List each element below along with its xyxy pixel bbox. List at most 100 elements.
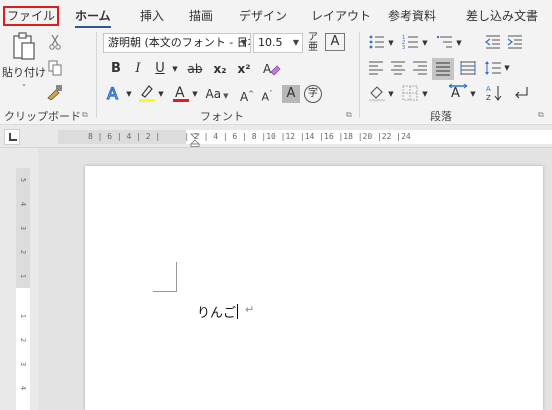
paste-button[interactable]: 貼り付け ⌄ bbox=[2, 30, 46, 90]
justify-icon bbox=[436, 62, 450, 76]
borders-icon[interactable] bbox=[402, 85, 418, 101]
copy-icon[interactable] bbox=[48, 60, 62, 76]
chevron-down-icon[interactable]: ▼ bbox=[420, 33, 430, 53]
document-canvas: りんご ↵ bbox=[38, 148, 552, 410]
group-divider bbox=[359, 32, 360, 118]
increase-indent-icon[interactable] bbox=[506, 34, 524, 50]
chevron-down-icon[interactable]: ▼ bbox=[502, 58, 512, 78]
font-name-select[interactable]: 游明朝 (本文のフォント - 日本 ▼ bbox=[103, 33, 251, 53]
multilevel-list-icon[interactable] bbox=[436, 34, 454, 50]
svg-text:A: A bbox=[486, 85, 491, 93]
chevron-down-icon: ▼ bbox=[223, 92, 229, 100]
chevron-down-icon[interactable]: ▼ bbox=[468, 84, 478, 104]
enclose-characters-button[interactable]: 字 bbox=[304, 85, 322, 103]
align-left-icon[interactable] bbox=[368, 60, 384, 76]
chevron-down-icon[interactable]: ▼ bbox=[190, 84, 200, 104]
format-painter-icon[interactable] bbox=[46, 84, 64, 100]
grow-font-label: A bbox=[239, 90, 249, 104]
vertical-ruler-track[interactable]: 5 4 3 2 1 1 2 3 4 bbox=[16, 168, 30, 410]
asian-layout-icon[interactable]: A bbox=[448, 83, 468, 101]
font-name-value: 游明朝 (本文のフォント - 日本 bbox=[108, 36, 251, 49]
document-text[interactable]: りんご bbox=[197, 302, 239, 321]
ribbon: 貼り付け ⌄ クリップボード ⧉ 游明朝 (本文のフォント - 日本 ▼ 10.… bbox=[0, 28, 552, 124]
clear-formatting-icon[interactable]: A bbox=[262, 60, 282, 78]
group-divider bbox=[96, 32, 97, 118]
tab-design[interactable]: デザイン bbox=[239, 7, 287, 25]
font-launcher-icon[interactable]: ⧉ bbox=[346, 110, 352, 120]
strikethrough-button[interactable]: ab bbox=[184, 59, 206, 79]
numbering-icon[interactable]: 1 2 3 bbox=[402, 34, 420, 50]
shrink-font-label: A bbox=[261, 90, 270, 104]
tab-insert[interactable]: 挿入 bbox=[140, 7, 164, 25]
ruler-track[interactable]: 8 | 6 | 4 | 2 | | 2 | 4 | 6 | 8 |10 |12 … bbox=[58, 130, 552, 144]
vruler-tick: 1 bbox=[19, 273, 27, 279]
chevron-down-icon[interactable]: ▼ bbox=[170, 59, 180, 79]
chevron-down-icon[interactable]: ▼ bbox=[420, 84, 430, 104]
document-page[interactable]: りんご ↵ bbox=[85, 166, 543, 410]
change-case-button[interactable]: Aa ▼ bbox=[204, 84, 230, 104]
tab-mailings[interactable]: 差し込み文書 bbox=[466, 7, 538, 25]
show-paragraph-marks-icon[interactable] bbox=[512, 85, 530, 101]
shading-icon[interactable] bbox=[368, 84, 386, 102]
subscript-button[interactable]: x₂ bbox=[210, 59, 230, 79]
decrease-indent-icon[interactable] bbox=[484, 34, 502, 50]
chevron-down-icon: ▼ bbox=[240, 38, 247, 47]
chevron-down-icon[interactable]: ▼ bbox=[454, 33, 464, 53]
phonetic-guide-icon[interactable]: ア亜 bbox=[305, 33, 321, 53]
character-border-icon[interactable]: A bbox=[325, 33, 345, 51]
text-effects-icon[interactable]: A bbox=[106, 84, 124, 102]
distributed-icon[interactable] bbox=[460, 60, 476, 76]
tab-layout[interactable]: レイアウト bbox=[311, 7, 371, 25]
chevron-down-icon: ⌄ bbox=[21, 80, 27, 88]
bold-button[interactable]: B bbox=[108, 59, 124, 79]
align-center-icon[interactable] bbox=[390, 60, 406, 76]
margin-corner-mark bbox=[153, 262, 177, 292]
line-spacing-icon[interactable] bbox=[484, 60, 502, 76]
cut-icon[interactable] bbox=[48, 34, 62, 50]
tab-file[interactable]: ファイル bbox=[3, 6, 59, 26]
svg-text:3: 3 bbox=[402, 45, 405, 50]
paragraph-group-label: 段落 bbox=[430, 110, 452, 123]
vruler-tick: 3 bbox=[19, 225, 27, 231]
vruler-tick: 1 bbox=[19, 313, 27, 319]
chevron-down-icon[interactable]: ▼ bbox=[386, 33, 396, 53]
font-size-select[interactable]: 10.5 ▼ bbox=[253, 33, 303, 53]
underline-button[interactable]: U bbox=[152, 59, 168, 79]
vruler-tick: 3 bbox=[19, 361, 27, 367]
bullets-icon[interactable] bbox=[368, 34, 386, 50]
document-text-content: りんご bbox=[197, 306, 237, 321]
ribbon-tabs: ファイル ホーム 挿入 描画 デザイン レイアウト 参考資料 差し込み文書 bbox=[0, 0, 552, 29]
paste-label: 貼り付け bbox=[2, 66, 46, 79]
sort-icon[interactable]: A Z bbox=[486, 84, 504, 102]
indent-marker-icon[interactable] bbox=[190, 133, 200, 147]
clipboard-launcher-icon[interactable]: ⧉ bbox=[82, 110, 88, 120]
tab-selector-icon[interactable] bbox=[4, 129, 20, 145]
ruler-marks: 8 | 6 | 4 | 2 | | 2 | 4 | 6 | 8 |10 |12 … bbox=[88, 132, 411, 141]
change-case-label: Aa bbox=[205, 87, 222, 101]
tab-draw[interactable]: 描画 bbox=[189, 7, 213, 25]
highlighter-icon[interactable] bbox=[138, 83, 156, 103]
paragraph-launcher-icon[interactable]: ⧉ bbox=[538, 110, 544, 120]
align-right-icon[interactable] bbox=[412, 60, 428, 76]
svg-text:A: A bbox=[107, 84, 118, 102]
tab-home[interactable]: ホーム bbox=[75, 7, 111, 29]
justify-button[interactable] bbox=[432, 58, 454, 80]
italic-button[interactable]: I bbox=[130, 59, 146, 79]
svg-text:Z: Z bbox=[486, 94, 491, 102]
grow-font-button[interactable]: A^ bbox=[238, 84, 256, 104]
chevron-down-icon[interactable]: ▼ bbox=[386, 84, 396, 104]
font-color-icon[interactable]: A bbox=[172, 83, 190, 103]
vertical-ruler: 5 4 3 2 1 1 2 3 4 bbox=[0, 148, 38, 410]
font-group-label: フォント bbox=[200, 110, 244, 123]
clipboard-icon bbox=[13, 32, 35, 60]
vruler-tick: 4 bbox=[19, 385, 27, 391]
superscript-button[interactable]: x² bbox=[234, 59, 254, 79]
font-size-value: 10.5 bbox=[258, 36, 283, 49]
shrink-font-button[interactable]: Aˇ bbox=[258, 84, 276, 104]
clipboard-group-label: クリップボード bbox=[4, 110, 81, 123]
character-shading-button[interactable]: A bbox=[282, 85, 300, 103]
chevron-down-icon[interactable]: ▼ bbox=[124, 84, 134, 104]
vruler-tick: 4 bbox=[19, 201, 27, 207]
chevron-down-icon[interactable]: ▼ bbox=[156, 84, 166, 104]
tab-references[interactable]: 参考資料 bbox=[388, 7, 436, 25]
